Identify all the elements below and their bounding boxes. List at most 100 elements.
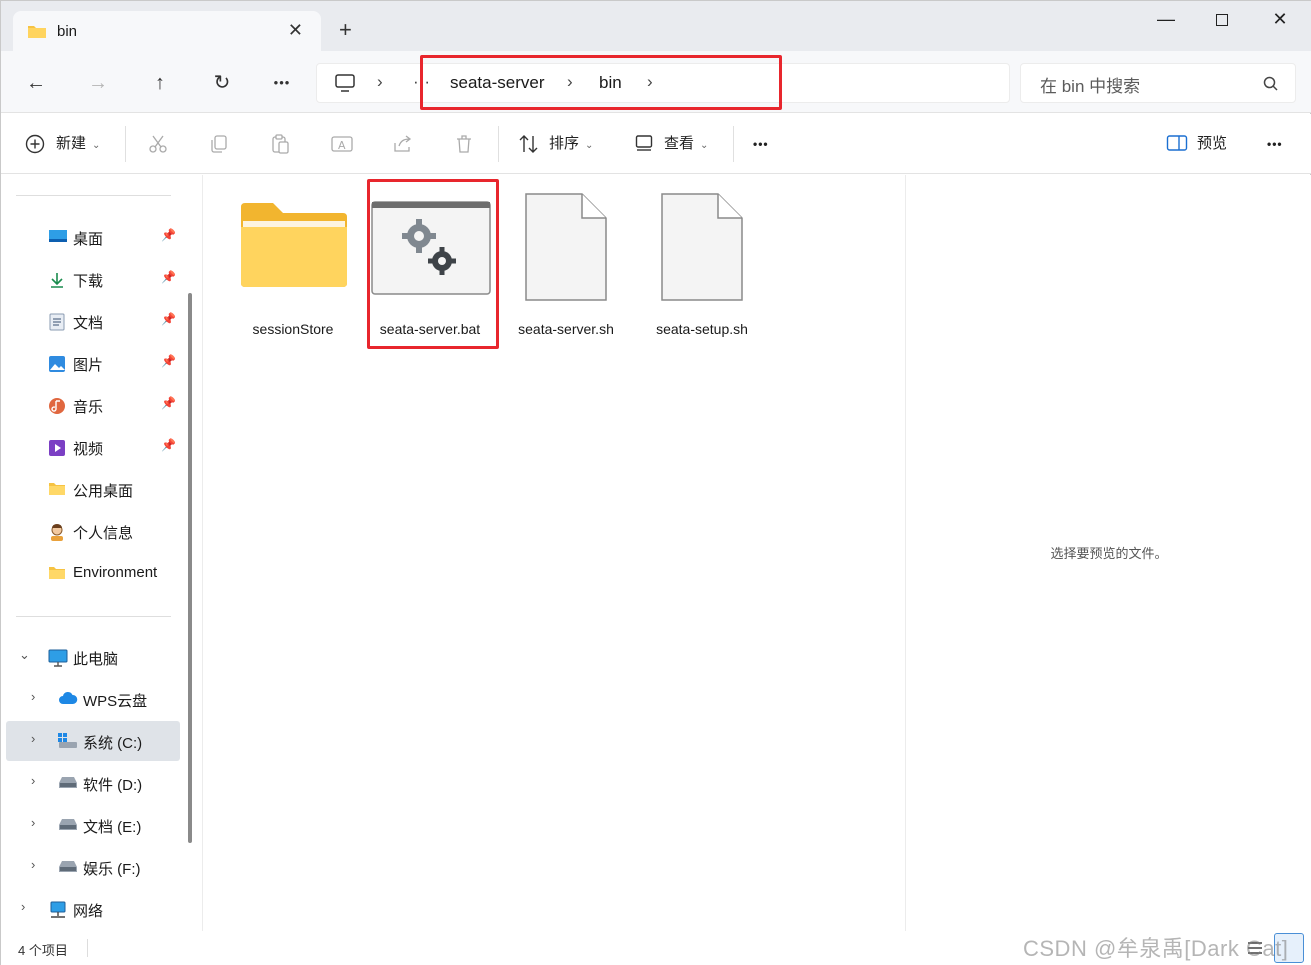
new-tab-button[interactable]: + <box>339 19 352 41</box>
new-button[interactable]: 新建 ⌄ <box>56 132 100 156</box>
item-count: 4 个项目 <box>18 943 68 958</box>
folder-icon <box>48 565 66 581</box>
see-more-button[interactable]: ••• <box>753 132 769 156</box>
preview-pane: 选择要预览的文件。 <box>905 175 1311 931</box>
picture-icon <box>48 355 66 372</box>
refresh-button[interactable]: ↻ <box>207 69 237 97</box>
sidebar-item-drive-c[interactable]: › 系统 (C:) <box>6 721 180 761</box>
expand-icon[interactable]: › <box>31 815 35 830</box>
sidebar-item-label: 下载 <box>73 273 104 290</box>
computer-icon[interactable] <box>334 73 356 96</box>
system-drive-icon <box>58 733 77 749</box>
file-highlight-box <box>367 179 499 349</box>
pin-icon: 📌 <box>161 396 176 410</box>
back-button[interactable]: ← <box>21 69 51 97</box>
overflow-menu-button[interactable]: ••• <box>1267 132 1283 156</box>
tab-title: bin <box>57 23 78 40</box>
breadcrumb-separator[interactable]: › <box>377 72 383 92</box>
expand-icon[interactable]: › <box>31 857 35 872</box>
status-divider <box>87 939 88 957</box>
desktop-icon <box>48 229 67 245</box>
sidebar-item-videos[interactable]: 视频 📌 <box>1 427 181 467</box>
minimize-button[interactable]: — <box>1146 9 1186 33</box>
pin-icon: 📌 <box>161 438 176 452</box>
sidebar-item-environment[interactable]: Environment <box>1 553 181 593</box>
sidebar-item-music[interactable]: 音乐 📌 <box>1 385 181 425</box>
sidebar-item-downloads[interactable]: 下载 📌 <box>1 259 181 299</box>
computer-icon <box>48 649 68 667</box>
sidebar-item-this-pc[interactable]: ⌄ 此电脑 <box>1 637 181 677</box>
folder-icon <box>48 481 66 497</box>
file-item-seata-setup-sh[interactable]: seata-setup.sh <box>634 185 770 355</box>
watermark: CSDN @牟泉禹[Dark Cat] <box>1023 936 1289 961</box>
more-nav-button[interactable]: ••• <box>267 69 297 97</box>
maximize-button[interactable] <box>1202 9 1242 33</box>
generic-file-icon <box>525 193 607 304</box>
search-box[interactable]: 在 bin 中搜索 <box>1020 63 1296 103</box>
sidebar-item-public-desktop[interactable]: 公用桌面 <box>1 469 181 509</box>
search-input[interactable]: 在 bin 中搜索 <box>1040 72 1140 97</box>
sort-icon <box>518 134 540 157</box>
sidebar-item-drive-e[interactable]: › 文档 (E:) <box>1 805 181 845</box>
expand-icon[interactable]: › <box>31 773 35 788</box>
rename-icon[interactable]: A <box>331 134 353 157</box>
sidebar-item-label: 此电脑 <box>73 651 119 668</box>
preview-pane-icon <box>1166 134 1188 155</box>
preview-message: 选择要预览的文件。 <box>1050 546 1168 561</box>
file-name: seata-setup.sh <box>656 321 748 337</box>
paste-icon[interactable] <box>270 134 290 157</box>
share-icon[interactable] <box>392 134 414 157</box>
document-icon <box>49 313 67 331</box>
sidebar-item-pictures[interactable]: 图片 📌 <box>1 343 181 383</box>
sidebar-item-label: 文档 <box>73 315 104 332</box>
toolbar-divider <box>733 126 734 162</box>
file-name: sessionStore <box>252 321 334 337</box>
drive-icon <box>58 859 77 875</box>
expand-icon[interactable]: › <box>31 689 35 704</box>
sidebar-item-documents[interactable]: 文档 📌 <box>1 301 181 341</box>
sidebar-item-network[interactable]: › 网络 <box>1 889 181 929</box>
user-icon <box>48 523 66 541</box>
close-window-button[interactable]: ✕ <box>1260 9 1300 33</box>
sidebar-item-wps-cloud[interactable]: › WPS云盘 <box>1 679 181 719</box>
sidebar-item-label: WPS云盘 <box>83 693 148 710</box>
toolbar-divider <box>498 126 499 162</box>
maximize-icon <box>1216 14 1228 26</box>
expand-icon[interactable]: › <box>31 731 35 746</box>
delete-icon[interactable] <box>454 134 474 157</box>
sidebar-item-label: 网络 <box>73 903 104 920</box>
sidebar-item-label: 视频 <box>73 441 104 458</box>
status-bar: 4 个项目 CSDN @牟泉禹[Dark Cat] <box>1 931 1311 965</box>
sidebar-item-drive-f[interactable]: › 娱乐 (F:) <box>1 847 181 887</box>
collapse-icon[interactable]: ⌄ <box>19 647 30 663</box>
sidebar-item-label: Environment <box>73 564 158 581</box>
forward-button[interactable]: → <box>83 69 113 97</box>
expand-icon[interactable]: › <box>21 899 25 914</box>
tab-close-icon[interactable]: ✕ <box>288 20 303 41</box>
search-icon <box>1263 76 1279 95</box>
file-explorer-window: bin ✕ + — ✕ ← → ↑ ↻ ••• › ··· seata-serv… <box>0 0 1311 965</box>
sidebar-item-label: 公用桌面 <box>73 483 134 500</box>
preview-button[interactable]: 预览 <box>1197 132 1227 156</box>
sidebar-scrollbar[interactable] <box>188 293 192 843</box>
cut-icon[interactable] <box>148 134 168 157</box>
file-item-seata-server-sh[interactable]: seata-server.sh <box>498 185 634 355</box>
sidebar-item-desktop[interactable]: 桌面 📌 <box>1 217 181 257</box>
tab-bin[interactable]: bin ✕ <box>13 11 321 51</box>
sidebar-item-personal-info[interactable]: 个人信息 <box>1 511 181 551</box>
drive-icon <box>58 775 77 791</box>
file-list: sessionStore seata-server.bat seata-serv… <box>202 175 905 931</box>
title-bar: bin ✕ + — ✕ <box>1 1 1311 51</box>
sort-button[interactable]: 排序 ⌄ <box>549 132 593 156</box>
sidebar-item-label: 软件 (D:) <box>83 777 143 794</box>
file-item-sessionstore[interactable]: sessionStore <box>225 185 361 355</box>
view-button[interactable]: 查看 ⌄ <box>664 132 708 156</box>
sidebar-item-drive-d[interactable]: › 软件 (D:) <box>1 763 181 803</box>
copy-icon[interactable] <box>209 134 229 157</box>
sidebar-divider <box>16 195 171 196</box>
up-button[interactable]: ↑ <box>145 69 175 97</box>
sort-label: 排序 <box>549 135 580 152</box>
pin-icon: 📌 <box>161 270 176 284</box>
generic-file-icon <box>661 193 743 304</box>
video-icon <box>48 439 66 456</box>
